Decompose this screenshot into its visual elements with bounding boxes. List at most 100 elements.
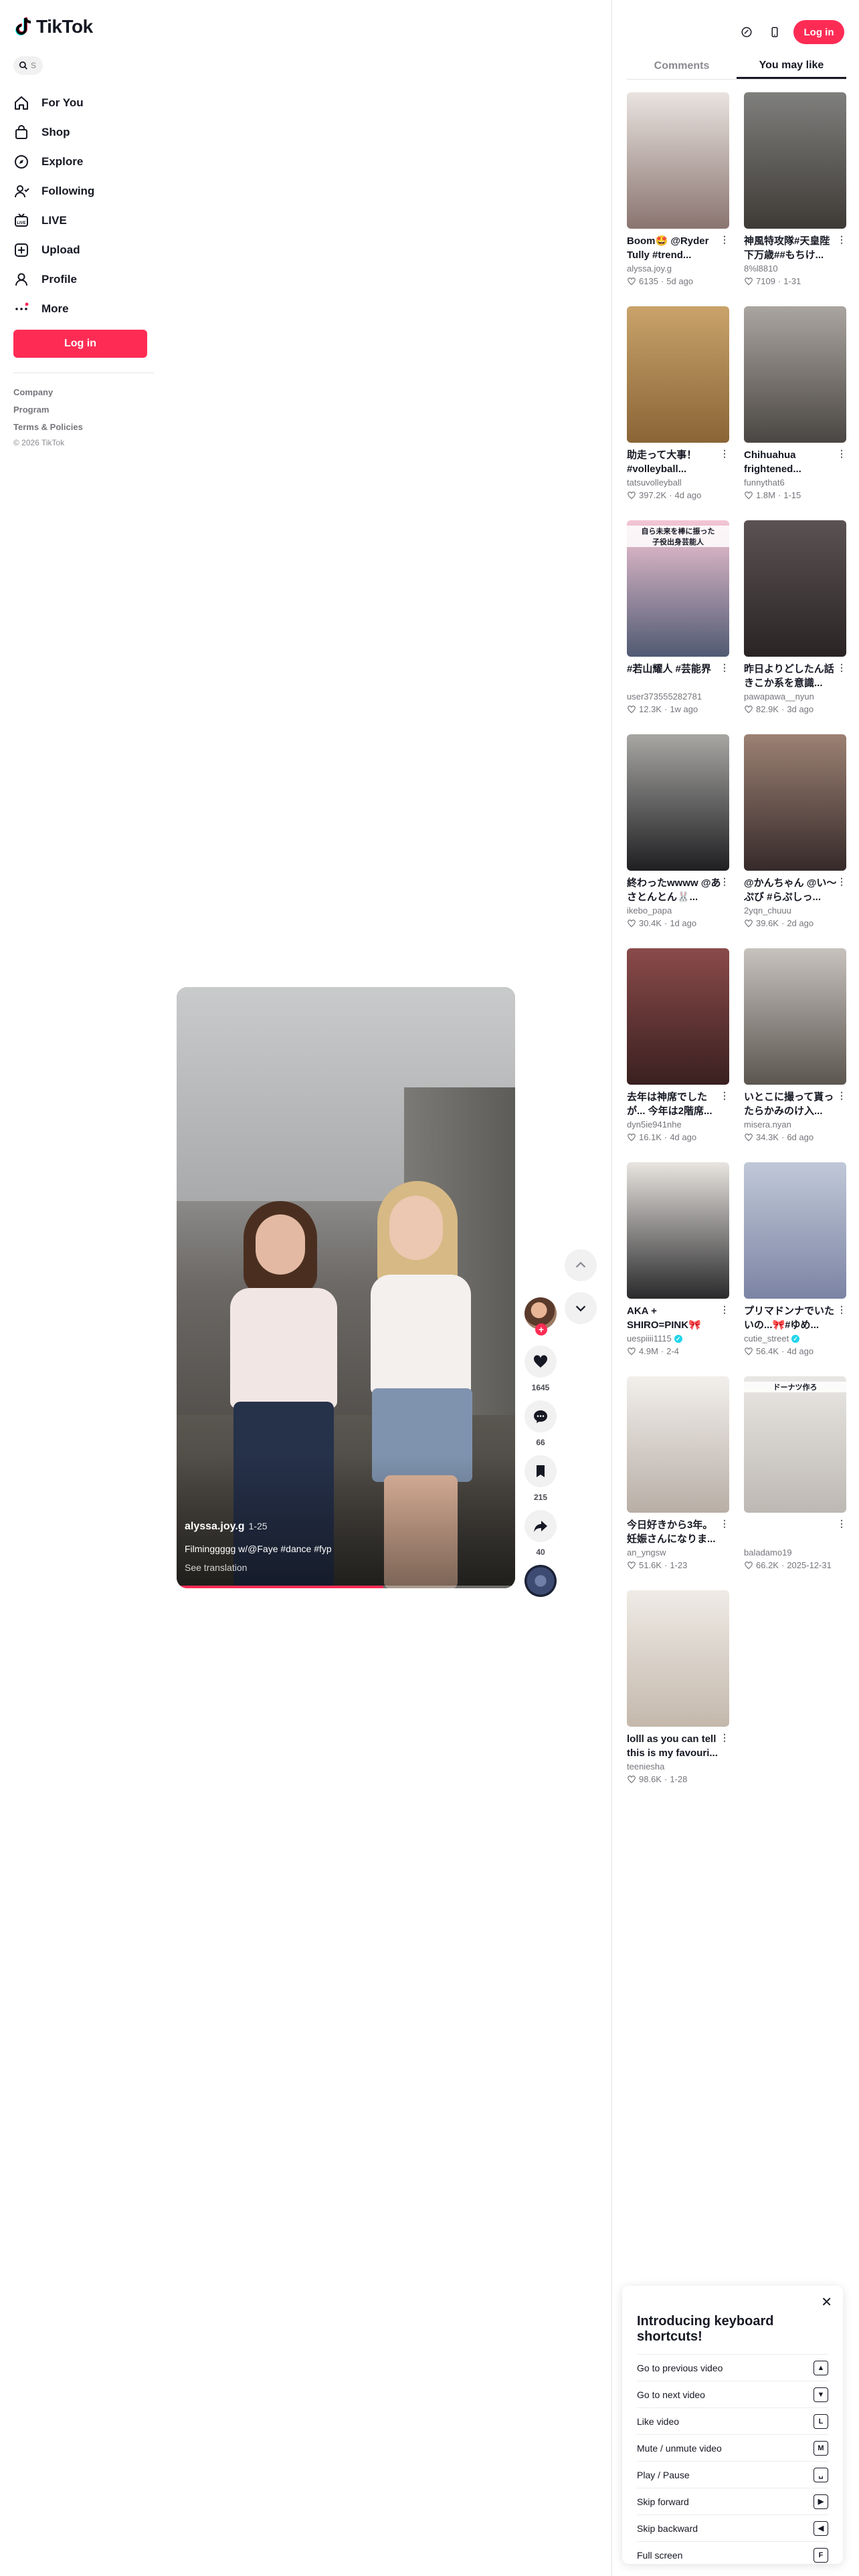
video-thumbnail[interactable]	[627, 306, 729, 443]
card-author[interactable]: alyssa.joy.g	[627, 263, 729, 274]
more-options-icon[interactable]: ⋮	[837, 1090, 846, 1101]
follow-plus-icon[interactable]: +	[535, 1323, 547, 1335]
video-thumbnail[interactable]	[627, 1376, 729, 1513]
more-options-icon[interactable]: ⋮	[837, 1304, 846, 1315]
nav-item-upload[interactable]: Upload	[13, 235, 154, 265]
like-button[interactable]	[524, 1346, 557, 1378]
footer-link-terms[interactable]: Terms & Policies	[13, 419, 83, 436]
card-author[interactable]: uespiiii1115 ✓	[627, 1333, 729, 1344]
sidebar-login-button[interactable]: Log in	[13, 330, 147, 358]
share-button[interactable]	[524, 1510, 557, 1542]
card-author[interactable]: baladamo19	[744, 1547, 846, 1558]
more-options-icon[interactable]: ⋮	[720, 448, 729, 459]
more-options-icon[interactable]: ⋮	[837, 448, 846, 459]
card-author-name: 8%l8810	[744, 263, 778, 274]
video-card[interactable]: 自ら未来を棒に振った 子役出身芸能人 ⋮ #若山耀人 #芸能界 user3735552…	[627, 520, 729, 734]
more-options-icon[interactable]: ⋮	[720, 234, 729, 245]
video-thumbnail[interactable]	[744, 1162, 846, 1299]
more-options-icon[interactable]: ⋮	[837, 876, 846, 887]
video-thumbnail[interactable]	[627, 948, 729, 1085]
right-panel: Log in Comments You may like ⋮ Boom🤩 @Ryd…	[611, 0, 859, 2576]
heart-outline-icon	[628, 919, 636, 927]
get-app-button[interactable]	[765, 23, 784, 41]
video-card[interactable]: ⋮ @かんちゃん @い～ぷび #らぷしっ... 2yqn_chuuu 39.6K · 2d…	[744, 734, 846, 948]
search-button[interactable]: S	[13, 56, 43, 75]
comment-button[interactable]	[524, 1400, 557, 1432]
video-card[interactable]: ⋮ Chihuahua frightened... funnythat6 1.8M · 1…	[744, 306, 846, 520]
video-card[interactable]: ⋮ いとこに撮って貰ったらかみのけ入... misera.nyan 34.3K · 6d …	[744, 948, 846, 1162]
card-author[interactable]: misera.nyan	[744, 1119, 846, 1130]
video-card[interactable]: ⋮ 助走って大事！ #volleyball... tatsuvolleyball 39…	[627, 306, 729, 520]
meta-separator: ·	[660, 276, 664, 286]
video-thumbnail[interactable]	[744, 948, 846, 1085]
footer-link-program[interactable]: Program	[13, 401, 83, 419]
coin-button[interactable]	[737, 23, 756, 41]
nav-item-explore[interactable]: Explore	[13, 147, 154, 177]
video-thumbnail[interactable]: ドーナツ作ろ	[744, 1376, 846, 1513]
video-thumbnail[interactable]: 自ら未来を棒に振った 子役出身芸能人	[627, 520, 729, 657]
video-thumbnail[interactable]	[744, 92, 846, 229]
video-player[interactable]: alyssa.joy.g 1-25 Filminggggg w/@Faye #da…	[177, 987, 515, 1588]
video-card[interactable]: ⋮ AKA + SHIRO=PINK🎀#tr... uespiiii1115✓ 4.9…	[627, 1162, 729, 1376]
music-disc[interactable]	[524, 1565, 557, 1597]
close-icon[interactable]: ✕	[821, 2294, 832, 2311]
card-author[interactable]: ikebo_papa	[627, 905, 729, 916]
nav-item-live[interactable]: LIVE LIVE	[13, 206, 154, 235]
card-author[interactable]: user373555282781	[627, 691, 729, 702]
card-author[interactable]: cutie_street ✓	[744, 1333, 846, 1344]
nav-item-profile[interactable]: Profile	[13, 265, 154, 294]
footer-link-company[interactable]: Company	[13, 384, 83, 401]
video-thumbnail[interactable]	[744, 734, 846, 871]
tab-you-may-like[interactable]: You may like	[737, 53, 846, 79]
nav-item-shop[interactable]: Shop	[13, 118, 154, 147]
video-card[interactable]: ⋮ 今日好きから3年。妊娠さんになりま... an_yngsw 51.6K · 1-23	[627, 1376, 729, 1590]
nav-item-for-you[interactable]: For You	[13, 88, 154, 118]
creator-avatar[interactable]: +	[524, 1297, 557, 1335]
video-card[interactable]: ⋮ 神風特攻隊#天皇陛下万歳##もちけ... 8%l8810 7109 · 1-31	[744, 92, 846, 306]
more-options-icon[interactable]: ⋮	[720, 1732, 729, 1743]
more-options-icon[interactable]: ⋮	[837, 1518, 846, 1529]
video-author[interactable]: alyssa.joy.g 1-25	[185, 1521, 268, 1533]
video-card[interactable]: ⋮ 終わったwwww @あさとんとん🐰... ikebo_papa 30.4K · 1d …	[627, 734, 729, 948]
see-translation-link[interactable]: See translation	[185, 1562, 247, 1573]
nav-item-following[interactable]: Following	[13, 177, 154, 206]
video-thumbnail[interactable]	[627, 1162, 729, 1299]
next-video-button[interactable]	[565, 1292, 597, 1324]
video-thumbnail[interactable]	[627, 1590, 729, 1727]
video-thumbnail[interactable]	[627, 734, 729, 871]
card-author[interactable]: teeniesha	[627, 1761, 729, 1772]
header-login-button[interactable]: Log in	[793, 20, 844, 44]
video-thumbnail[interactable]	[627, 92, 729, 229]
more-options-icon[interactable]: ⋮	[837, 662, 846, 673]
more-options-icon[interactable]: ⋮	[720, 876, 729, 887]
tab-comments[interactable]: Comments	[627, 53, 737, 79]
card-author[interactable]: an_yngsw	[627, 1547, 729, 1558]
video-card[interactable]: ⋮ 昨日よりどしたん話きこか系を意識... pawapawa__nyun 82.9K ·…	[744, 520, 846, 734]
meta-separator: ·	[781, 704, 785, 714]
tiktok-logo[interactable]: TikTok	[15, 16, 93, 37]
previous-video-button[interactable]	[565, 1249, 597, 1281]
save-button[interactable]	[524, 1455, 557, 1487]
video-card[interactable]: ⋮ 去年は神席でしたが... 今年は2階席... dyn5ie941nhe 16.1K…	[627, 948, 729, 1162]
more-options-icon[interactable]: ⋮	[720, 1518, 729, 1529]
video-card[interactable]: ドーナツ作ろ ⋮ baladamo19 66.2K · 2025-12-31	[744, 1376, 846, 1590]
video-card[interactable]: ⋮ lolll as you can tell this is my favour…	[627, 1590, 729, 1804]
video-card[interactable]: ⋮ プリマドンナでいたいの...🎀#ゆめ... cutie_street ✓ 56.4K…	[744, 1162, 846, 1376]
more-options-icon[interactable]: ⋮	[720, 1090, 729, 1101]
card-author[interactable]: 8%l8810	[744, 263, 846, 274]
more-options-icon[interactable]: ⋮	[837, 234, 846, 245]
nav-item-more[interactable]: More	[13, 294, 154, 324]
more-options-icon[interactable]: ⋮	[720, 1304, 729, 1315]
card-author[interactable]: tatsuvolleyball	[627, 477, 729, 488]
card-author[interactable]: funnythat6	[744, 477, 846, 488]
video-progress-bar[interactable]	[177, 1586, 515, 1588]
card-date: 1-15	[783, 490, 801, 500]
card-author[interactable]: dyn5ie941nhe	[627, 1119, 729, 1130]
video-card[interactable]: ⋮ Boom🤩 @Ryder Tully #trend... alyssa.joy.…	[627, 92, 729, 306]
card-author[interactable]: 2yqn_chuuu	[744, 905, 846, 916]
heart-outline-icon	[745, 491, 753, 499]
video-thumbnail[interactable]	[744, 520, 846, 657]
more-options-icon[interactable]: ⋮	[720, 662, 729, 673]
video-thumbnail[interactable]	[744, 306, 846, 443]
card-author[interactable]: pawapawa__nyun	[744, 691, 846, 702]
